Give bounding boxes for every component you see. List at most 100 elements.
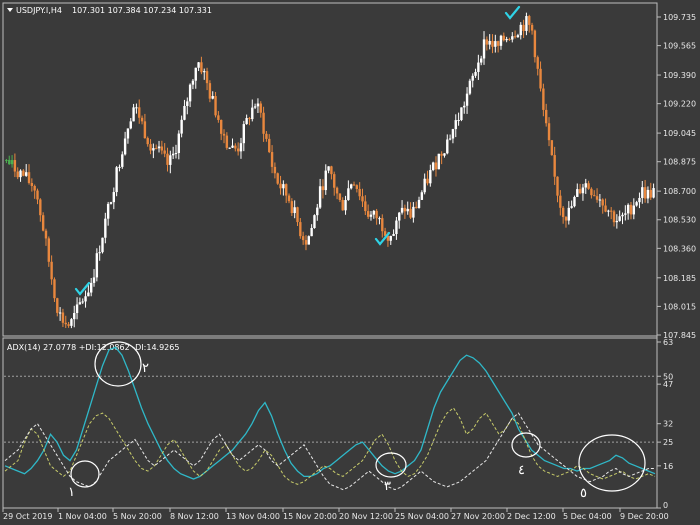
candle-body (595, 196, 599, 200)
candle-body (440, 153, 443, 156)
candle-body (378, 218, 381, 220)
price-label: 109.390 (663, 71, 696, 80)
candle-body (516, 35, 520, 38)
indicator-axis: 6350473225160 (657, 338, 673, 510)
signal-marks (74, 5, 521, 296)
candle-body (140, 117, 144, 122)
time-label: 2 Dec 12:00 (507, 512, 556, 521)
candle-body (248, 118, 251, 120)
candle-body (590, 188, 593, 196)
annotation-number: ٢ (142, 361, 149, 376)
candle-body (293, 207, 296, 214)
candle-body (188, 84, 192, 102)
candle-body (468, 80, 472, 94)
candle-body (234, 145, 237, 149)
time-label: 20 Nov 12:00 (339, 512, 393, 521)
candle-body (81, 301, 84, 303)
candle-body (84, 296, 87, 302)
candle-body (112, 192, 116, 203)
candle-body (403, 207, 407, 212)
candle-body (262, 112, 265, 134)
candle-body (296, 207, 299, 223)
candle-body (366, 211, 370, 217)
main-panel[interactable] (2, 2, 658, 337)
candle-body (39, 199, 42, 216)
candle-body (550, 140, 554, 156)
time-label: 5 Dec 04:00 (563, 512, 612, 521)
candle-body (282, 184, 285, 189)
candle-body (587, 183, 590, 189)
candle-body (132, 107, 135, 122)
candle-body (511, 36, 514, 40)
time-label: 25 Nov 04:00 (395, 512, 449, 521)
candle-body (635, 202, 638, 206)
candle-body (284, 184, 288, 196)
candle-body (200, 62, 203, 73)
candle-body (612, 211, 616, 223)
candle-body (381, 218, 384, 232)
candle-body (649, 189, 652, 198)
candle-body (420, 192, 424, 200)
candle-body (304, 240, 308, 245)
candle-body (101, 237, 104, 253)
candle-body (567, 207, 571, 221)
candle-body (135, 107, 138, 109)
candle-body (73, 313, 76, 320)
candle-body (488, 40, 491, 45)
price-label: 108.360 (663, 244, 696, 253)
candle-body (30, 182, 34, 186)
candle-body (5, 159, 8, 162)
candle-body (443, 153, 446, 156)
candle-body (570, 206, 573, 208)
candle-body (154, 148, 158, 150)
indicator-axis-label: 0 (663, 501, 668, 510)
candle-body (423, 178, 426, 193)
candle-body (601, 199, 604, 206)
candle-body (615, 220, 619, 223)
candle-body (533, 30, 537, 58)
candle-body (279, 183, 282, 189)
annotation-circles: ١ ٢ ٣ ٤ ٥ (68, 341, 646, 501)
candle-body (231, 145, 234, 148)
candle-body (143, 121, 147, 139)
price-label: 108.700 (663, 187, 696, 196)
candle-body (398, 212, 401, 221)
candle-body (414, 206, 418, 208)
candle-body (389, 235, 392, 241)
candle-body (559, 195, 562, 208)
candle-body (626, 204, 630, 214)
candle-body (268, 138, 271, 153)
candle-body (98, 252, 101, 254)
candle-body (335, 187, 339, 194)
check-icon (504, 5, 521, 20)
candle-body (265, 133, 268, 139)
candle-body (24, 172, 28, 176)
candle-body (361, 196, 364, 202)
price-axis: 109.735 109.565 109.390 109.220 109.045 108.8… (657, 13, 696, 340)
candle-body (186, 101, 189, 106)
candle-body (598, 199, 602, 201)
candle-body (406, 208, 409, 212)
candle-body (607, 210, 610, 212)
candle-body (256, 103, 260, 107)
annotation-circle (578, 434, 646, 492)
candle-body (426, 178, 429, 184)
candle-body (121, 154, 124, 167)
candle-body (118, 166, 121, 168)
candle-body (157, 146, 161, 149)
trading-chart[interactable]: USDJPY.I,H4 107.301 107.384 107.234 107.… (0, 0, 700, 525)
candle-body (44, 230, 48, 239)
indicator-axis-label: 16 (663, 462, 673, 471)
candle-body (89, 282, 93, 293)
candle-body (33, 185, 36, 191)
candle-body (95, 253, 99, 278)
dropdown-triangle-icon[interactable] (7, 8, 13, 12)
candle-body (429, 170, 432, 184)
candle-body (109, 202, 113, 204)
candle-body (349, 184, 353, 189)
annotation-circle (511, 432, 541, 458)
candle-body (203, 71, 206, 73)
candle-body (564, 217, 568, 221)
candle-body (225, 135, 229, 148)
indicator-panel[interactable] (2, 337, 658, 509)
